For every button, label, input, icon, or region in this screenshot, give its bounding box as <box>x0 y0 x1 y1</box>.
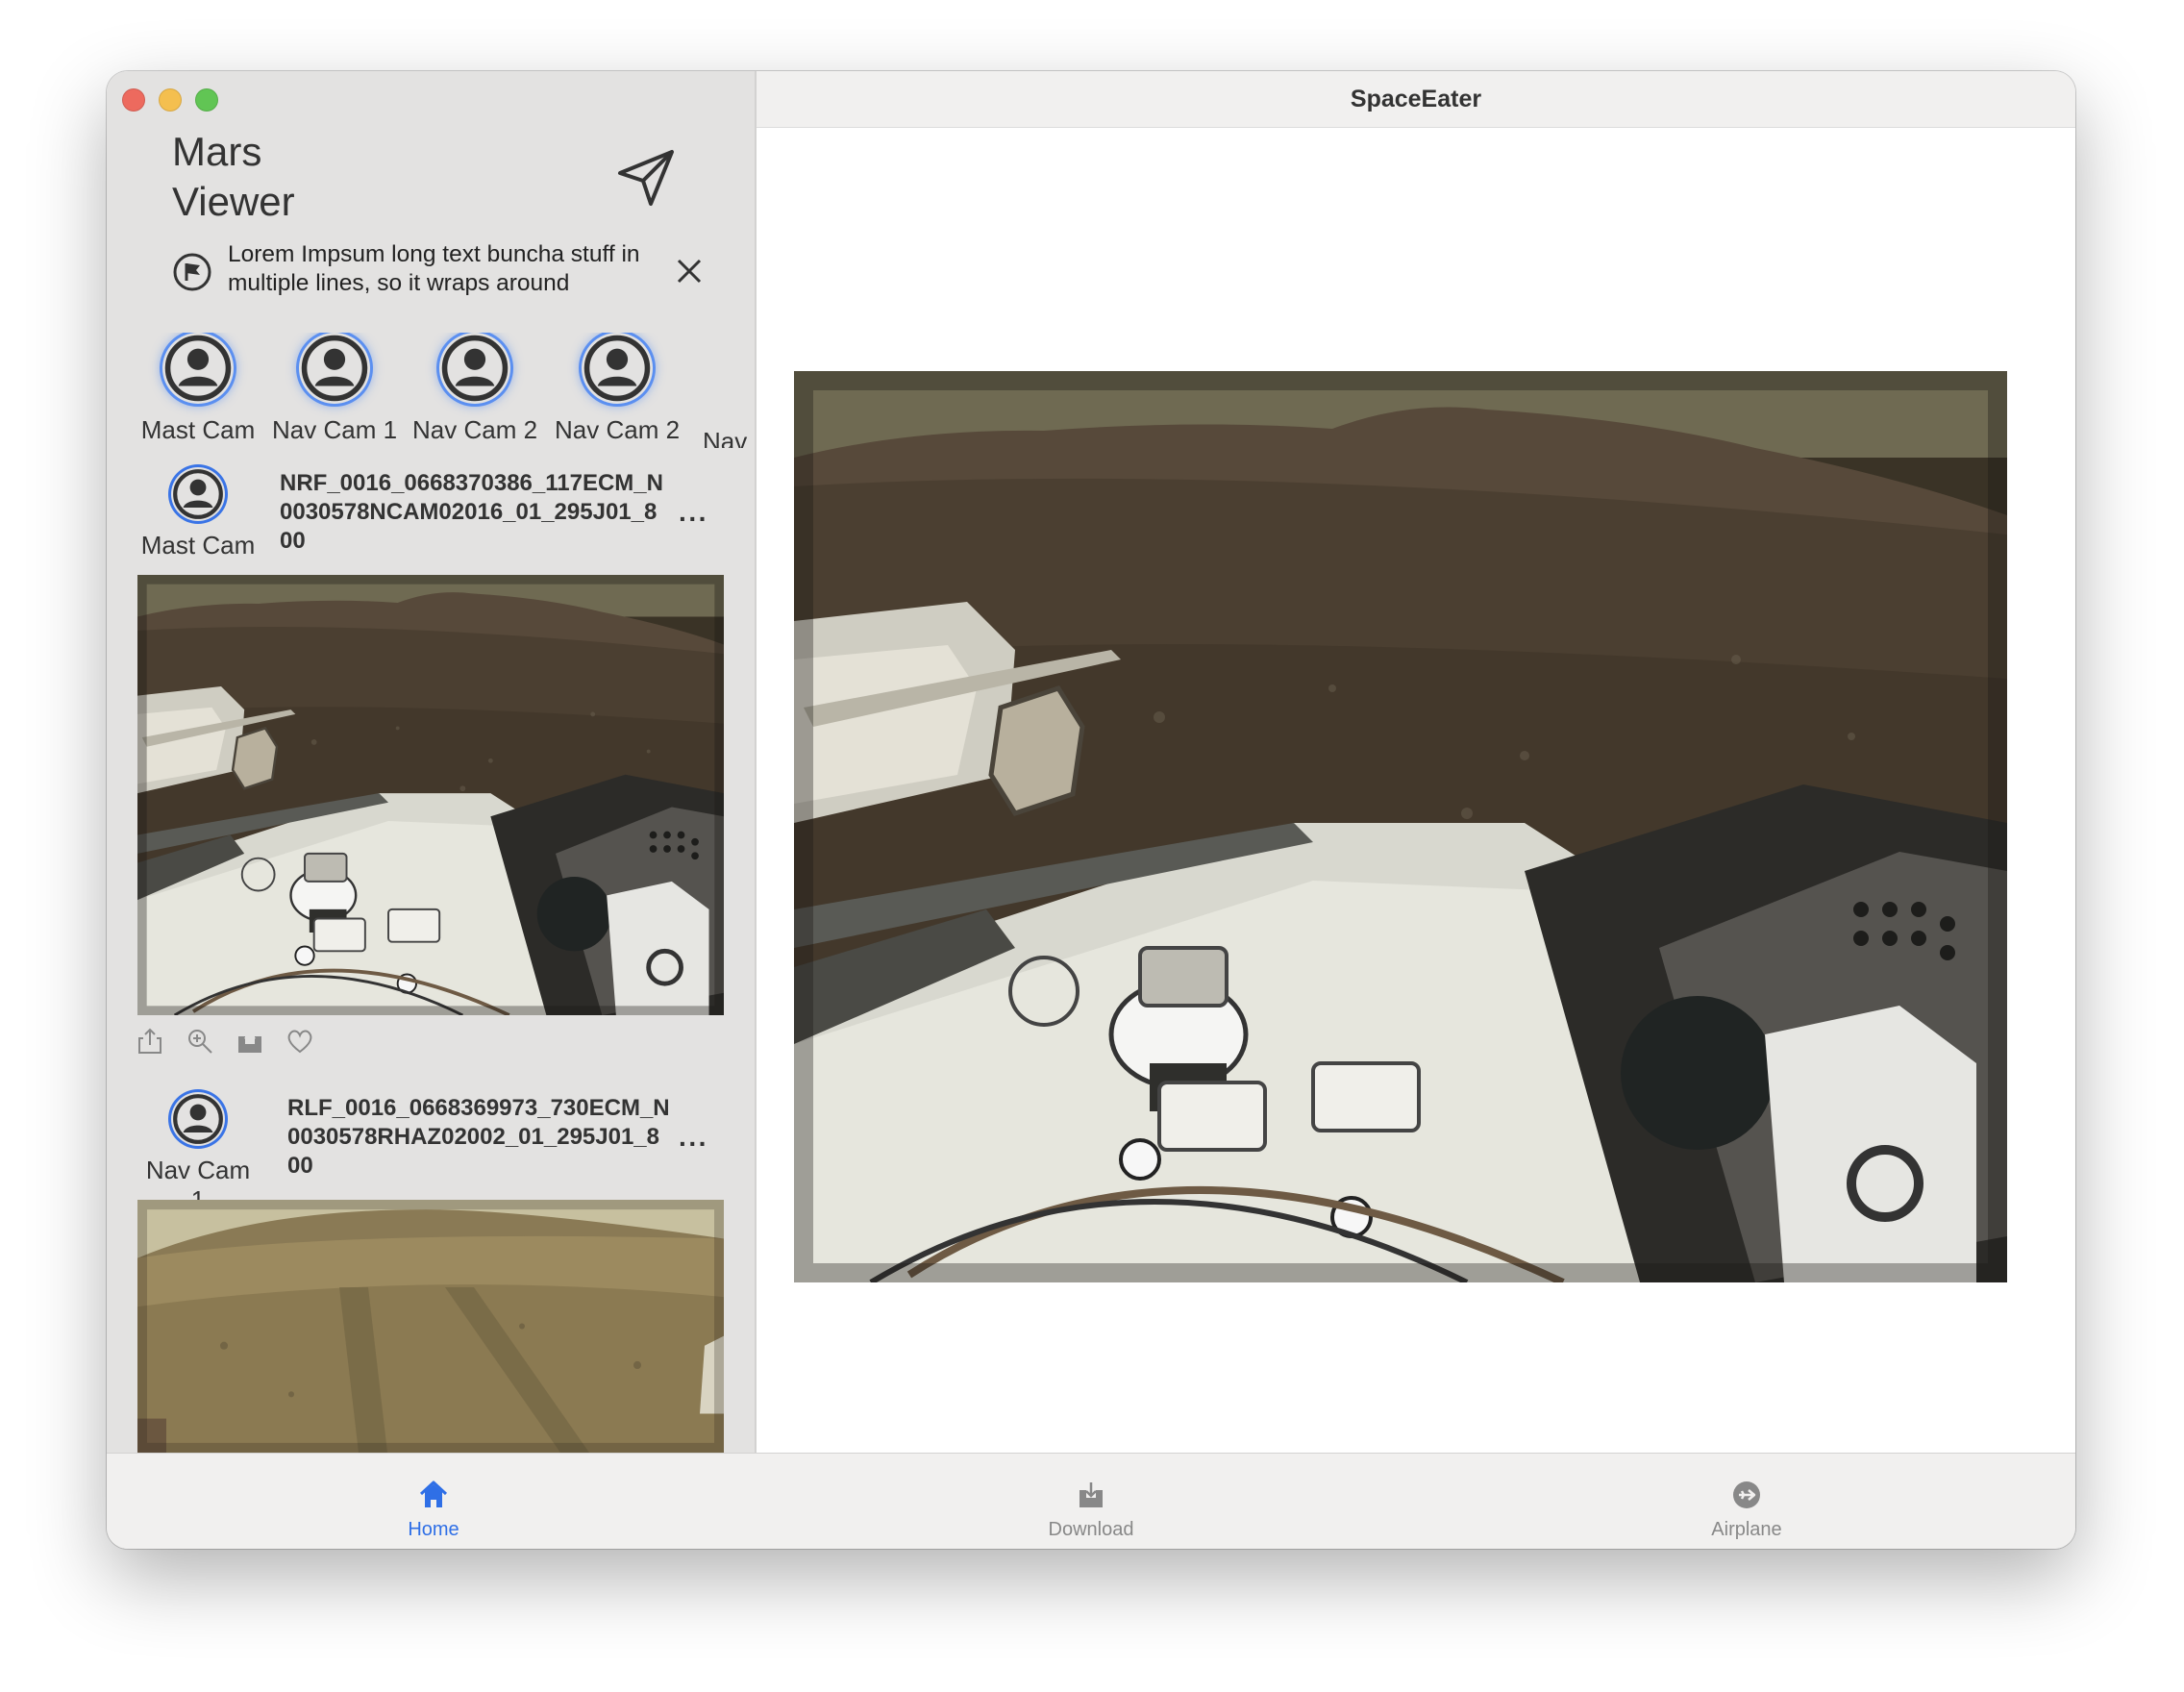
mars-photo <box>137 1200 724 1453</box>
camera-filter-label: Nav Cam 2 <box>555 415 681 444</box>
tab-label: Download <box>1048 1519 1134 1540</box>
post-camera: Nav Cam 1 <box>136 1092 261 1215</box>
camera-filter-label: Nav Cam 3 <box>703 427 751 448</box>
person-icon <box>162 333 234 404</box>
minimize-window-button[interactable] <box>159 88 182 112</box>
close-banner-icon[interactable] <box>674 256 705 286</box>
window-title: SpaceEater <box>1350 86 1482 112</box>
post-camera-label: Mast Cam <box>140 531 256 560</box>
flag-icon <box>173 253 211 291</box>
mars-photo <box>794 371 2007 1282</box>
post-actions <box>136 1027 314 1056</box>
app-window: Mars Viewer Lorem Impsum long text bunch… <box>107 71 2075 1549</box>
post-header: Mast Cam NRF_0016_0668370386_117ECM_N003… <box>107 467 755 573</box>
mars-photo <box>137 575 724 1015</box>
sidebar: Mars Viewer Lorem Impsum long text bunch… <box>107 71 757 1453</box>
app-title-line1: Mars <box>172 129 262 174</box>
person-icon <box>582 333 653 404</box>
window-toolbar: SpaceEater <box>757 71 2075 128</box>
maximize-window-button[interactable] <box>195 88 218 112</box>
detail-image[interactable] <box>794 371 2007 1282</box>
post-image[interactable] <box>137 575 724 1015</box>
person-icon <box>299 333 370 404</box>
download-icon[interactable] <box>236 1027 264 1056</box>
camera-filter-nav-cam-2[interactable]: Nav Cam 2 <box>412 333 537 445</box>
person-icon <box>171 1092 225 1146</box>
window-controls <box>122 88 218 112</box>
tab-download[interactable]: Download <box>947 1454 1235 1549</box>
post-camera: Mast Cam <box>136 467 261 560</box>
camera-filter-nav-cam-2b[interactable]: Nav Cam 2 <box>555 333 680 445</box>
more-options-button[interactable]: ··· <box>679 504 708 535</box>
share-icon[interactable] <box>136 1027 164 1056</box>
avatar <box>299 333 370 404</box>
camera-filter-label: Nav Cam 2 <box>412 415 538 444</box>
avatar <box>162 333 234 404</box>
avatar <box>439 333 510 404</box>
post-title: RLF_0016_0668369973_730ECM_N0030578RHAZ0… <box>287 1095 670 1179</box>
camera-filter-label: Nav Cam 1 <box>272 415 398 444</box>
person-icon <box>171 467 225 521</box>
tab-bar: Home Download Airplane <box>107 1453 2075 1549</box>
camera-filter-nav-cam-1[interactable]: Nav Cam 1 <box>272 333 397 445</box>
avatar <box>171 467 225 521</box>
post-header: Nav Cam 1 RLF_0016_0668369973_730ECM_N00… <box>107 1092 755 1214</box>
info-banner: Lorem Impsum long text buncha stuff in m… <box>172 240 710 298</box>
paper-plane-icon[interactable] <box>616 146 678 208</box>
zoom-icon[interactable] <box>186 1027 214 1056</box>
tab-airplane[interactable]: Airplane <box>1602 1454 1891 1549</box>
heart-icon[interactable] <box>285 1027 314 1056</box>
more-options-button[interactable]: ··· <box>679 1129 708 1159</box>
camera-filter-strip: Mast Cam Nav Cam 1 Nav Cam 2 Nav Cam 2 N… <box>136 333 751 448</box>
post-title: NRF_0016_0668370386_117ECM_N0030578NCAM0… <box>280 470 663 554</box>
tab-label: Airplane <box>1711 1519 1782 1540</box>
tab-label: Home <box>408 1519 459 1540</box>
person-icon <box>439 333 510 404</box>
avatar <box>582 333 653 404</box>
house-icon <box>419 1480 448 1507</box>
camera-filter-mast-cam[interactable]: Mast Cam <box>136 333 261 445</box>
tray-download-icon <box>1080 1482 1103 1507</box>
banner-text: Lorem Impsum long text buncha stuff in m… <box>228 241 640 296</box>
airplane-icon <box>1733 1481 1760 1508</box>
app-title-line2: Viewer <box>172 179 295 224</box>
avatar <box>171 1092 225 1146</box>
camera-filter-label: Mast Cam <box>140 415 256 444</box>
close-window-button[interactable] <box>122 88 145 112</box>
post-image[interactable] <box>137 1200 724 1453</box>
camera-filter-partial[interactable]: Nav Cam 3 <box>703 333 751 448</box>
tab-home[interactable]: Home <box>289 1454 578 1549</box>
app-title: Mars Viewer <box>172 127 295 227</box>
